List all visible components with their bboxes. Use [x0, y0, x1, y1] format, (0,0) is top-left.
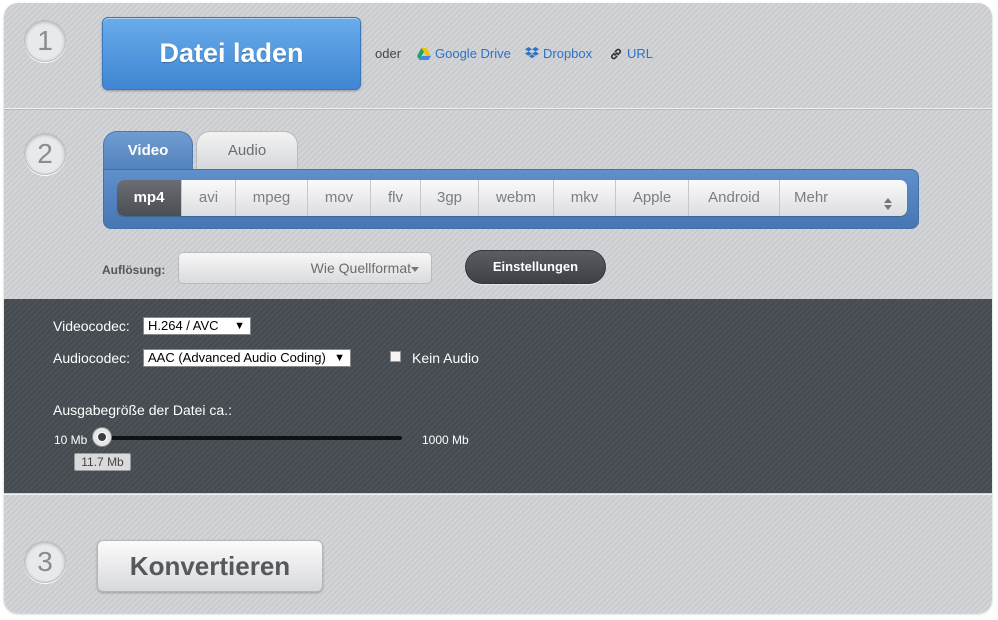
format-webm[interactable]: webm	[479, 180, 554, 216]
slider-max-label: 1000 Mb	[422, 433, 469, 447]
video-codec-select[interactable]: H.264 / AVC ▼	[143, 317, 251, 335]
step-2-section: 2 Video Audio mp4 avi mpeg mov flv 3gp w…	[4, 108, 992, 299]
slider-min-label: 10 Mb	[54, 433, 88, 447]
link-icon	[609, 47, 623, 61]
google-drive-link[interactable]: Google Drive	[417, 46, 511, 61]
settings-panel: Videocodec: H.264 / AVC ▼ Audiocodec: AA…	[4, 299, 992, 493]
format-bar: mp4 avi mpeg mov flv 3gp webm mkv Apple …	[117, 180, 907, 216]
converter-panel: 1 Datei laden oder Google Drive Dropbox …	[4, 3, 992, 613]
audio-codec-select[interactable]: AAC (Advanced Audio Coding) ▼	[143, 349, 351, 367]
audio-codec-label: Audiocodec:	[53, 350, 131, 366]
dropdown-arrow-icon: ▼	[334, 352, 345, 364]
step-2-number: 2	[24, 133, 66, 175]
load-file-button[interactable]: Datei laden	[102, 17, 361, 90]
dropbox-link[interactable]: Dropbox	[525, 46, 592, 61]
url-link[interactable]: URL	[609, 46, 653, 61]
more-label: Mehr	[794, 189, 829, 206]
audio-codec-value: AAC (Advanced Audio Coding)	[148, 350, 326, 365]
file-size-label: Ausgabegröße der Datei ca.:	[53, 402, 232, 418]
tab-audio[interactable]: Audio	[196, 131, 298, 170]
file-size-slider-track[interactable]	[102, 436, 402, 440]
or-text: oder	[375, 46, 402, 61]
resolution-select[interactable]: Wie Quellformat	[178, 252, 432, 284]
dropbox-icon	[525, 47, 539, 60]
format-3gp[interactable]: 3gp	[421, 180, 479, 216]
google-drive-label: Google Drive	[435, 46, 511, 61]
settings-button[interactable]: Einstellungen	[465, 250, 606, 284]
format-selector: mp4 avi mpeg mov flv 3gp webm mkv Apple …	[103, 169, 919, 229]
format-avi[interactable]: avi	[182, 180, 236, 216]
format-mov[interactable]: mov	[308, 180, 371, 216]
tab-video[interactable]: Video	[103, 131, 193, 170]
format-mpeg[interactable]: mpeg	[236, 180, 308, 216]
resolution-label: Auflösung:	[102, 263, 166, 277]
format-apple[interactable]: Apple	[616, 180, 689, 216]
file-size-slider-handle[interactable]	[93, 428, 111, 446]
up-down-arrows-icon	[883, 190, 893, 210]
step-3-number: 3	[24, 541, 66, 583]
no-audio-label: Kein Audio	[412, 350, 479, 366]
format-android[interactable]: Android	[689, 180, 780, 216]
step-1-section: 1 Datei laden oder Google Drive Dropbox …	[4, 3, 992, 107]
step-1-number: 1	[24, 20, 66, 62]
url-label: URL	[627, 46, 654, 61]
no-audio-checkbox[interactable]	[390, 351, 401, 362]
format-mkv[interactable]: mkv	[554, 180, 616, 216]
dropdown-arrow-icon: ▼	[234, 320, 245, 332]
google-drive-icon	[417, 47, 431, 60]
format-flv[interactable]: flv	[371, 180, 421, 216]
dropbox-label: Dropbox	[543, 46, 593, 61]
format-mp4[interactable]: mp4	[117, 180, 182, 216]
format-more-dropdown[interactable]: Mehr	[780, 180, 907, 216]
step-3-section: 3 Konvertieren	[4, 494, 992, 613]
slider-value-tooltip: 11.7 Mb	[74, 453, 131, 471]
video-codec-value: H.264 / AVC	[148, 318, 219, 333]
video-codec-label: Videocodec:	[53, 318, 130, 334]
convert-button[interactable]: Konvertieren	[97, 540, 323, 592]
